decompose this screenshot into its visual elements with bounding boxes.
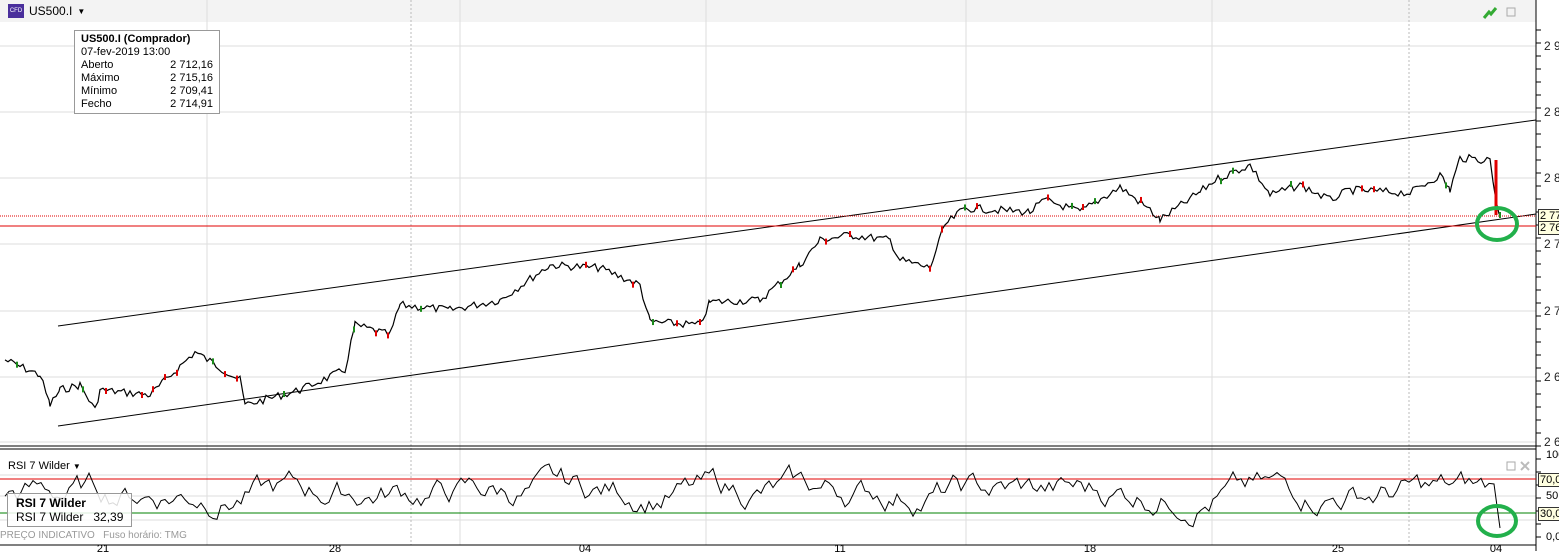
rsi-tip-label: RSI 7 Wilder	[16, 510, 84, 524]
channel-upper-line	[57, 119, 1537, 327]
rsi-tip-value: 32,39	[93, 510, 124, 524]
dropdown-icon: ▼	[72, 462, 81, 471]
x-tick: 28	[328, 543, 342, 555]
candle	[780, 281, 782, 288]
row-value: 2 712,16	[170, 59, 213, 71]
rsi-tick: 0,0	[1546, 531, 1559, 543]
channel-lower-line	[57, 213, 1537, 427]
candle	[1071, 202, 1073, 209]
rsi-tip-title: RSI 7 Wilder	[16, 496, 86, 510]
price-tick: 2 6	[1544, 435, 1559, 449]
candle	[1445, 182, 1447, 189]
rsi-tick: 100	[1546, 449, 1559, 461]
close-icon	[1520, 461, 1530, 471]
price-tick: 2 7	[1544, 304, 1559, 318]
candle	[825, 238, 827, 245]
candle	[849, 231, 851, 238]
rsi-70-label: 70,0	[1538, 473, 1559, 487]
candle	[941, 226, 943, 233]
candle	[375, 330, 377, 337]
candle	[1140, 196, 1142, 203]
dropdown-icon: ▼	[77, 6, 86, 16]
candle	[1290, 181, 1292, 188]
rsi-indicator-selector[interactable]: RSI 7 Wilder ▼	[8, 460, 81, 472]
rsi-tooltip: RSI 7 Wilder RSI 7 Wilder 32,39	[7, 493, 133, 527]
footer-note: PREÇO INDICATIVO Fuso horário: TMG	[0, 530, 187, 541]
candle	[929, 265, 931, 272]
candle	[224, 371, 226, 378]
candle	[387, 332, 389, 339]
price-tick: 2 9	[1544, 39, 1559, 53]
price-tick: 2 7	[1544, 237, 1559, 251]
row-label: Mínimo	[81, 85, 118, 97]
candle	[976, 203, 978, 210]
current-price-label: 2 76	[1538, 221, 1559, 235]
candle	[792, 266, 794, 273]
candle	[676, 320, 678, 327]
candle	[585, 261, 587, 268]
price-chart[interactable]	[0, 0, 1559, 551]
price-tick: 2 8	[1544, 171, 1559, 185]
price-series	[4, 153, 1501, 409]
candle	[353, 326, 355, 333]
rsi-30-label: 30,0	[1538, 507, 1559, 521]
x-tick: 04	[1489, 543, 1503, 555]
candle	[964, 204, 966, 211]
candle	[1302, 181, 1304, 188]
row-value: 2 715,16	[170, 72, 213, 84]
candle	[212, 358, 214, 365]
maximize-icon	[1506, 461, 1516, 471]
candle	[1082, 204, 1084, 211]
candle	[1373, 186, 1375, 193]
tooltip-row: Fecho 2 714,91	[81, 98, 213, 111]
candle	[652, 319, 654, 326]
candle	[16, 361, 18, 368]
candle	[1220, 178, 1222, 185]
candle	[1047, 194, 1049, 201]
x-tick: 18	[1083, 543, 1097, 555]
symbol-selector[interactable]: CFD US500.I ▼	[8, 4, 85, 18]
rsi-tick: 50,	[1546, 490, 1559, 502]
tooltip-row: Aberto 2 712,16	[81, 59, 213, 72]
candle	[632, 281, 634, 288]
candle	[176, 369, 178, 376]
symbol-label: US500.I	[29, 4, 73, 18]
row-label: Máximo	[81, 72, 120, 84]
x-tick: 04	[578, 543, 592, 555]
candle	[152, 386, 154, 393]
x-tick: 25	[1331, 543, 1345, 555]
candle	[236, 375, 238, 382]
price-tick: 2 6	[1544, 370, 1559, 384]
rsi-name: RSI 7 Wilder	[8, 460, 70, 472]
header-bar	[0, 0, 1536, 22]
candle	[1361, 185, 1363, 192]
cfd-icon: CFD	[8, 4, 24, 18]
row-label: Fecho	[81, 98, 112, 110]
highlight-circle	[1476, 504, 1518, 538]
candle	[105, 387, 107, 394]
row-value: 2 714,91	[170, 98, 213, 110]
ohlc-tooltip: US500.I (Comprador) 07-fev-2019 13:00 Ab…	[74, 30, 220, 114]
row-label: Aberto	[81, 59, 114, 71]
candle	[1094, 198, 1096, 205]
row-value: 2 709,41	[170, 85, 213, 97]
candle	[1232, 167, 1234, 174]
tooltip-title: US500.I (Comprador)	[81, 33, 191, 45]
x-tick: 21	[96, 543, 110, 555]
candle	[283, 391, 285, 398]
tooltip-row: Mínimo 2 709,41	[81, 85, 213, 98]
price-tick: 2 8	[1544, 105, 1559, 119]
candle	[82, 386, 84, 393]
x-tick: 11	[834, 543, 846, 555]
candle	[699, 319, 701, 326]
candle	[141, 392, 143, 399]
tooltip-row: Máximo 2 715,16	[81, 72, 213, 85]
candle	[420, 305, 422, 312]
tooltip-date: 07-fev-2019 13:00	[81, 46, 171, 58]
candle	[164, 374, 166, 381]
candle	[1499, 212, 1501, 218]
